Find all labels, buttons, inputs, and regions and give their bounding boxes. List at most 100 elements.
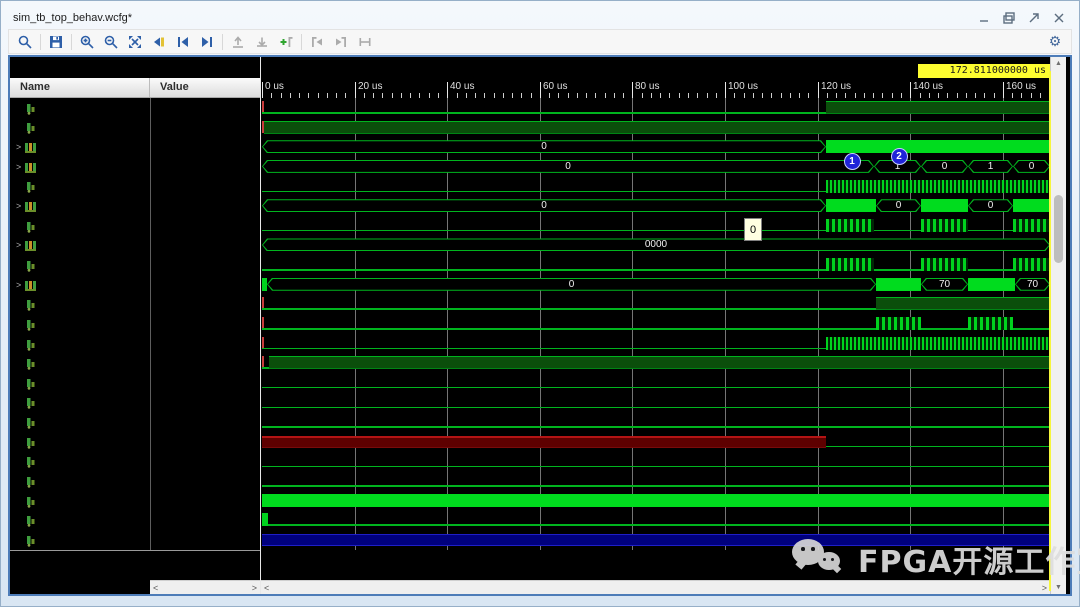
signal-row[interactable] xyxy=(10,412,260,432)
signal-row[interactable] xyxy=(10,353,260,373)
signal-name-cell[interactable] xyxy=(10,393,150,413)
settings-gear-icon[interactable]: ⚙ xyxy=(1043,33,1067,50)
signal-row[interactable]: > xyxy=(10,157,260,177)
minimize-icon[interactable] xyxy=(976,11,992,25)
title-bar[interactable]: sim_tb_top_behav.wcfg* xyxy=(8,7,1072,29)
scroll-up-icon[interactable]: ▲ xyxy=(1051,57,1066,70)
signal-row[interactable]: > xyxy=(10,137,260,157)
wave-row-app_wdf_mask[15:0][interactable]: 0000 xyxy=(261,235,1050,255)
wave-row-ui_clk_sync_rst[interactable] xyxy=(261,510,1050,530)
wave-row-app_rd_data[127:0][interactable]: 07070 xyxy=(261,275,1050,295)
signal-row[interactable] xyxy=(10,255,260,275)
signal-name-cell[interactable] xyxy=(10,177,150,197)
restore-icon[interactable] xyxy=(1001,11,1017,25)
signal-name-cell[interactable] xyxy=(10,255,150,275)
signal-name-cell[interactable] xyxy=(10,373,150,393)
signal-name-cell[interactable]: > xyxy=(10,137,150,157)
wave-row-app_zq_req[interactable] xyxy=(261,412,1050,432)
wave-row-app_ref_req[interactable] xyxy=(261,393,1050,413)
signal-row[interactable] xyxy=(10,334,260,354)
wave-row-app_wdf_data[127:0][interactable]: 000 xyxy=(261,196,1050,216)
wave-row-app_rdy[interactable] xyxy=(261,334,1050,354)
signal-name-cell[interactable]: > xyxy=(10,157,150,177)
value-column-header[interactable]: Value xyxy=(150,78,260,97)
signal-row[interactable] xyxy=(10,98,260,118)
wave-row-app_wdf_rdy[interactable] xyxy=(261,353,1050,373)
float-icon[interactable] xyxy=(1026,11,1042,25)
go-to-time-button[interactable] xyxy=(147,31,171,52)
signal-row[interactable] xyxy=(10,294,260,314)
expander-icon[interactable]: > xyxy=(10,162,24,172)
signal-row[interactable] xyxy=(10,177,260,197)
signal-name-cell[interactable] xyxy=(10,118,150,138)
signal-name-cell[interactable]: > xyxy=(10,275,150,295)
next-transition-button[interactable] xyxy=(195,31,219,52)
expander-icon[interactable]: > xyxy=(10,280,24,290)
time-ruler[interactable]: 0 us20 us40 us60 us80 us100 us120 us140 … xyxy=(261,78,1050,98)
wave-row-app_wdf_end[interactable] xyxy=(261,216,1050,236)
signal-name-cell[interactable] xyxy=(10,216,150,236)
signal-name-cell[interactable] xyxy=(10,452,150,472)
signal-name-cell[interactable]: > xyxy=(10,196,150,216)
signal-name-cell[interactable] xyxy=(10,491,150,511)
signal-row[interactable] xyxy=(10,216,260,236)
signal-name-cell[interactable] xyxy=(10,314,150,334)
wave-vertical-scrollbar[interactable]: ▲ ▼ xyxy=(1050,57,1066,594)
add-marker-button[interactable] xyxy=(274,31,298,52)
signal-name-cell[interactable] xyxy=(10,334,150,354)
find-button[interactable] xyxy=(13,31,37,52)
wave-row-app_wdf_wren[interactable] xyxy=(261,255,1050,275)
close-icon[interactable] xyxy=(1051,11,1067,25)
wave-row-app_rd_data_valid[interactable] xyxy=(261,314,1050,334)
scroll-left-icon[interactable]: < xyxy=(264,583,269,593)
scroll-right-icon[interactable]: > xyxy=(252,583,257,593)
wave-row-app_zq_ack[interactable] xyxy=(261,471,1050,491)
waveform-area[interactable]: 001010000000007070120 xyxy=(261,98,1050,550)
wave-row-ui_clk[interactable] xyxy=(261,491,1050,511)
signal-row[interactable]: > xyxy=(10,235,260,255)
zoom-fit-button[interactable] xyxy=(123,31,147,52)
signal-name-cell[interactable] xyxy=(10,294,150,314)
signal-name-cell[interactable] xyxy=(10,471,150,491)
wave-row-sys_rst[interactable] xyxy=(261,118,1050,138)
signal-name-cell[interactable] xyxy=(10,98,150,118)
signal-row[interactable] xyxy=(10,118,260,138)
wave-row-init_calib_complete[interactable] xyxy=(261,98,1050,118)
signal-row[interactable] xyxy=(10,373,260,393)
expander-icon[interactable]: > xyxy=(10,142,24,152)
signal-row[interactable] xyxy=(10,471,260,491)
wave-row-app_rd_data_end[interactable] xyxy=(261,294,1050,314)
scroll-left-icon[interactable]: < xyxy=(153,583,158,593)
signal-row[interactable]: > xyxy=(10,275,260,295)
signal-name-cell[interactable]: > xyxy=(10,235,150,255)
scrollbar-thumb[interactable] xyxy=(1054,195,1063,263)
signal-row[interactable] xyxy=(10,393,260,413)
zoom-in-button[interactable] xyxy=(75,31,99,52)
wave-row-app_sr_active[interactable] xyxy=(261,432,1050,452)
signal-name-cell[interactable] xyxy=(10,530,150,550)
previous-transition-button[interactable] xyxy=(171,31,195,52)
signal-row[interactable] xyxy=(10,510,260,530)
signal-row[interactable] xyxy=(10,314,260,334)
expander-icon[interactable]: > xyxy=(10,240,24,250)
wave-row-app_ref_ack[interactable] xyxy=(261,452,1050,472)
zoom-out-button[interactable] xyxy=(99,31,123,52)
time-cursor[interactable] xyxy=(1049,71,1051,591)
wave-row-app_addr[27:0][interactable]: 0 xyxy=(261,137,1050,157)
signal-row[interactable] xyxy=(10,530,260,550)
expander-icon[interactable]: > xyxy=(10,201,24,211)
name-column-header[interactable]: Name xyxy=(10,78,150,97)
signal-row[interactable] xyxy=(10,432,260,452)
scroll-right-icon[interactable]: > xyxy=(1042,583,1047,593)
save-wave-config-button[interactable] xyxy=(44,31,68,52)
wave-row-app_en[interactable] xyxy=(261,177,1050,197)
signal-row[interactable] xyxy=(10,491,260,511)
wave-row-app_cmd[2:0][interactable]: 01010 xyxy=(261,157,1050,177)
wave-panel[interactable]: 172.811000000 us 0 us20 us40 us60 us80 u… xyxy=(260,57,1050,594)
signal-name-cell[interactable] xyxy=(10,412,150,432)
signal-name-cell[interactable] xyxy=(10,432,150,452)
wave-row-app_sr_req[interactable] xyxy=(261,373,1050,393)
signal-row[interactable]: > xyxy=(10,196,260,216)
value-horizontal-scrollbar[interactable]: < > xyxy=(150,580,260,594)
signal-row[interactable] xyxy=(10,452,260,472)
